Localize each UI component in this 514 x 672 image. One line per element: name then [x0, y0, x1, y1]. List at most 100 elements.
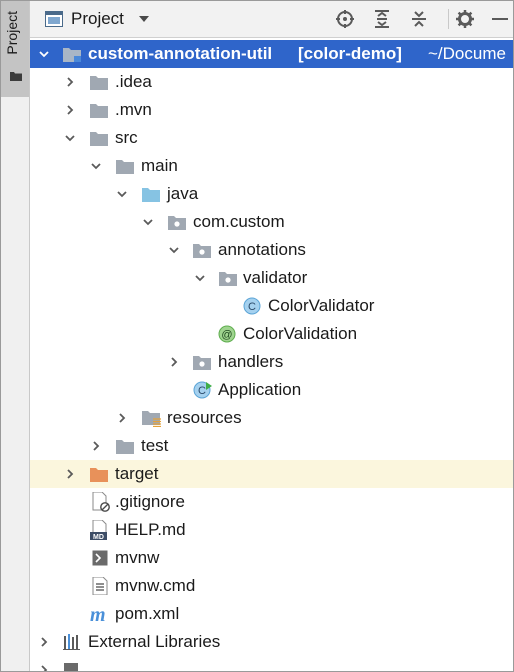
tree-node-help-md[interactable]: MD HELP.md — [30, 516, 513, 544]
project-view-selector[interactable]: Project — [71, 9, 124, 29]
project-toolbar: Project — [30, 1, 513, 38]
shell-script-icon — [92, 550, 108, 566]
project-tool-tab[interactable]: Project — [1, 1, 29, 97]
tree-node-java[interactable]: java — [30, 180, 513, 208]
scratches-icon — [64, 663, 78, 672]
chevron-down-icon[interactable] — [143, 217, 153, 227]
tree-node-label: main — [141, 156, 178, 175]
tree-node-label: test — [141, 436, 169, 455]
chevron-right-icon[interactable] — [117, 413, 127, 423]
tree-node-test[interactable]: test — [30, 432, 513, 460]
chevron-right-icon[interactable] — [39, 637, 49, 647]
tree-node-label: annotations — [218, 240, 306, 259]
class-icon: C — [243, 297, 261, 315]
chevron-down-icon[interactable] — [195, 273, 205, 283]
svg-text:MD: MD — [93, 534, 104, 540]
chevron-right-icon[interactable] — [65, 77, 75, 87]
tree-node-resources[interactable]: resources — [30, 404, 513, 432]
tool-window-strip: Project — [1, 1, 30, 671]
tree-node-label: .idea — [115, 72, 152, 91]
collapse-all-icon[interactable] — [409, 9, 429, 29]
svg-text:C: C — [198, 385, 206, 397]
tree-node-label: pom.xml — [115, 604, 180, 623]
chevron-right-icon[interactable] — [65, 469, 75, 479]
root-module-name: [color-demo] — [298, 44, 402, 63]
locate-icon[interactable] — [335, 9, 355, 29]
text-file-icon — [92, 577, 108, 595]
hide-icon[interactable] — [490, 9, 510, 29]
folder-icon — [10, 72, 22, 81]
tree-node-root[interactable]: custom-annotation-util [color-demo] ~/Do… — [30, 40, 513, 68]
tree-node-application[interactable]: C Application — [30, 376, 513, 404]
tree-node-external-libraries[interactable]: External Libraries — [30, 628, 513, 656]
maven-icon: m — [90, 605, 106, 623]
svg-text:C: C — [248, 301, 256, 313]
tree-node-label: src — [115, 128, 138, 147]
module-folder-icon — [63, 48, 81, 62]
tree-node-label: resources — [167, 408, 242, 427]
tree-node-label: com.custom — [193, 212, 285, 231]
chevron-down-icon[interactable] — [91, 161, 101, 171]
excluded-folder-icon — [90, 468, 108, 482]
folder-icon — [116, 440, 134, 454]
package-icon — [193, 244, 211, 258]
resources-folder-icon — [142, 411, 161, 427]
tree-node-com-custom[interactable]: com.custom — [30, 208, 513, 236]
tree-node-validator[interactable]: validator — [30, 264, 513, 292]
tree-node-label: .mvn — [115, 100, 152, 119]
chevron-down-icon[interactable] — [138, 15, 150, 23]
project-tool-tab-label: Project — [4, 11, 20, 55]
tree-node-mvnw[interactable]: mvnw — [30, 544, 513, 572]
root-project-name: custom-annotation-util — [88, 44, 273, 63]
expand-all-icon[interactable] — [372, 9, 392, 29]
tree-node-color-validation[interactable]: @ ColorValidation — [30, 320, 513, 348]
project-view-icon — [45, 11, 63, 27]
tree-node-annotations[interactable]: annotations — [30, 236, 513, 264]
chevron-right-icon[interactable] — [169, 357, 179, 367]
tree-node-main[interactable]: main — [30, 152, 513, 180]
tree-node-label: Application — [218, 380, 302, 399]
chevron-right-icon[interactable] — [65, 105, 75, 115]
tree-node-idea[interactable]: .idea — [30, 68, 513, 96]
tree-node-label: mvnw.cmd — [115, 576, 196, 595]
annotation-icon: @ — [218, 325, 236, 343]
tree-node-label: validator — [243, 268, 308, 287]
libraries-icon — [63, 634, 80, 650]
folder-icon — [90, 76, 108, 90]
source-folder-icon — [142, 188, 160, 202]
tree-node-target[interactable]: target — [30, 460, 513, 488]
ignored-file-icon — [92, 492, 110, 512]
tree-node-partial[interactable] — [30, 656, 513, 672]
tree-node-label: .gitignore — [115, 492, 185, 511]
markdown-file-icon: MD — [90, 520, 107, 540]
root-path: ~/Docume — [428, 44, 506, 63]
runnable-class-icon: C — [193, 381, 212, 399]
chevron-down-icon[interactable] — [117, 189, 127, 199]
chevron-right-icon[interactable] — [39, 665, 49, 672]
chevron-down-icon[interactable] — [169, 245, 179, 255]
tree-node-gitignore[interactable]: .gitignore — [30, 488, 513, 516]
tree-node-mvn[interactable]: .mvn — [30, 96, 513, 124]
tree-node-label: HELP.md — [115, 520, 186, 539]
tree-node-label: mvnw — [115, 548, 160, 567]
tree-node-label: java — [167, 184, 199, 203]
tree-node-label: handlers — [218, 352, 284, 371]
project-tree: custom-annotation-util [color-demo] ~/Do… — [30, 38, 513, 672]
package-icon — [168, 216, 186, 230]
folder-icon — [116, 160, 134, 174]
package-icon — [219, 272, 237, 286]
tree-node-label: target — [115, 464, 159, 483]
tree-node-handlers[interactable]: handlers — [30, 348, 513, 376]
chevron-down-icon[interactable] — [39, 49, 49, 59]
gear-icon[interactable] — [455, 9, 475, 29]
tree-node-color-validator[interactable]: C ColorValidator — [30, 292, 513, 320]
chevron-right-icon[interactable] — [91, 441, 101, 451]
folder-icon — [90, 104, 108, 118]
tree-node-pom-xml[interactable]: m pom.xml — [30, 600, 513, 628]
svg-text:m: m — [90, 605, 106, 623]
tree-node-src[interactable]: src — [30, 124, 513, 152]
tree-node-mvnw-cmd[interactable]: mvnw.cmd — [30, 572, 513, 600]
svg-text:@: @ — [221, 329, 232, 341]
package-icon — [193, 356, 211, 370]
chevron-down-icon[interactable] — [65, 133, 75, 143]
